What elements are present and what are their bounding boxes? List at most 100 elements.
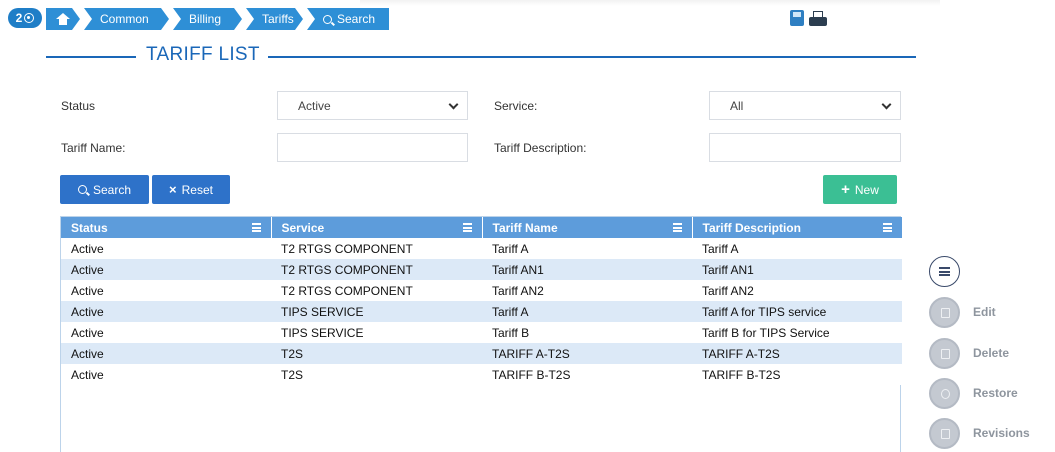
breadcrumb-search[interactable]: Search	[307, 8, 389, 30]
table-row[interactable]: Active TIPS SERVICE Tariff A Tariff A fo…	[61, 301, 902, 322]
breadcrumb-common[interactable]: Common	[84, 8, 169, 30]
tariff-name-input[interactable]	[277, 133, 468, 162]
cell-status: Active	[61, 343, 271, 364]
breadcrumb-tariffs[interactable]: Tariffs	[246, 8, 303, 30]
reset-button[interactable]: × Reset	[152, 175, 230, 204]
column-header-label: Status	[71, 220, 108, 235]
column-header-label: Service	[281, 220, 325, 235]
home-icon	[56, 13, 70, 25]
breadcrumb-bar: 2 Common Billing Tariffs Search	[0, 0, 1055, 38]
revisions-icon	[941, 429, 950, 439]
column-menu-icon[interactable]	[672, 223, 682, 232]
cell-tariff-name: Tariff B	[482, 322, 692, 343]
service-select[interactable]: All	[709, 91, 901, 120]
delete-label: Delete	[973, 346, 1010, 360]
breadcrumb-search-label: Search	[337, 12, 376, 26]
column-header-status[interactable]: Status	[61, 217, 272, 238]
cell-tariff-name: Tariff A	[482, 301, 692, 322]
chevron-down-icon	[448, 99, 459, 110]
badge-count: 2	[15, 11, 23, 25]
new-button-label: New	[854, 182, 879, 197]
status-select-value: Active	[298, 98, 331, 113]
edit-button[interactable]	[929, 297, 960, 328]
header-shadow	[360, 0, 940, 6]
column-header-service[interactable]: Service	[271, 217, 483, 238]
title-line-right	[268, 56, 916, 58]
service-label: Service:	[494, 99, 538, 113]
save-icon[interactable]	[790, 10, 804, 26]
column-header-tariff-name[interactable]: Tariff Name	[482, 217, 693, 238]
list-view-button[interactable]	[929, 256, 960, 287]
breadcrumb-home[interactable]	[46, 8, 80, 30]
column-header-label: Tariff Description	[702, 220, 801, 235]
tariff-description-label: Tariff Description:	[494, 141, 587, 155]
cell-service: TIPS SERVICE	[271, 301, 482, 322]
cell-tariff-name: Tariff AN1	[482, 259, 692, 280]
cell-service: T2 RTGS COMPONENT	[271, 238, 482, 259]
restore-label: Restore	[973, 386, 1018, 400]
table-row[interactable]: Active T2 RTGS COMPONENT Tariff A Tariff…	[61, 238, 902, 259]
chevron-down-icon	[881, 99, 892, 110]
search-icon	[77, 185, 87, 194]
cell-tariff-description: Tariff AN2	[692, 280, 902, 301]
cell-status: Active	[61, 280, 271, 301]
revisions-button[interactable]	[929, 418, 960, 449]
breadcrumb-tariffs-label: Tariffs	[262, 12, 294, 26]
delete-icon	[941, 349, 950, 359]
breadcrumb-billing[interactable]: Billing	[173, 8, 242, 30]
search-button-label: Search	[92, 182, 132, 197]
cell-status: Active	[61, 364, 271, 385]
cell-service: T2 RTGS COMPONENT	[271, 259, 482, 280]
breadcrumb: Common Billing Tariffs Search	[46, 8, 393, 30]
cell-status: Active	[61, 238, 271, 259]
restore-icon	[941, 389, 950, 399]
cell-service: TIPS SERVICE	[271, 322, 482, 343]
cell-tariff-name: TARIFF A-T2S	[482, 343, 692, 364]
cell-tariff-description: Tariff A	[692, 238, 902, 259]
page-title: TARIFF LIST	[146, 44, 260, 65]
cell-service: T2S	[271, 364, 482, 385]
close-icon: ×	[169, 182, 177, 197]
edit-icon	[941, 308, 950, 318]
search-button[interactable]: Search	[60, 175, 149, 204]
cell-tariff-description: Tariff A for TIPS service	[692, 301, 902, 322]
cell-tariff-description: TARIFF B-T2S	[692, 364, 902, 385]
revisions-label: Revisions	[973, 426, 1030, 440]
cell-tariff-description: Tariff B for TIPS Service	[692, 322, 902, 343]
print-icon[interactable]	[807, 10, 827, 28]
plus-icon: +	[841, 181, 850, 198]
table-row[interactable]: Active T2 RTGS COMPONENT Tariff AN1 Tari…	[61, 259, 902, 280]
page-title-row: TARIFF LIST	[46, 44, 916, 68]
column-menu-icon[interactable]	[882, 223, 892, 232]
cell-status: Active	[61, 322, 271, 343]
table-row[interactable]: Active T2S TARIFF B-T2S TARIFF B-T2S	[61, 364, 902, 385]
cell-status: Active	[61, 259, 271, 280]
cell-service: T2 RTGS COMPONENT	[271, 280, 482, 301]
column-header-tariff-description[interactable]: Tariff Description	[692, 217, 903, 238]
cell-tariff-description: Tariff AN1	[692, 259, 902, 280]
search-icon	[323, 14, 332, 24]
delete-button[interactable]	[929, 338, 960, 369]
tariff-description-input[interactable]	[709, 133, 901, 162]
breadcrumb-billing-label: Billing	[189, 12, 222, 26]
open-tabs-badge[interactable]: 2	[8, 8, 42, 28]
status-select[interactable]: Active	[277, 91, 468, 120]
column-header-label: Tariff Name	[492, 220, 558, 235]
column-menu-icon[interactable]	[462, 223, 472, 232]
breadcrumb-common-label: Common	[100, 12, 149, 26]
column-menu-icon[interactable]	[251, 223, 261, 232]
new-button[interactable]: + New	[823, 175, 897, 204]
restore-button[interactable]	[929, 378, 960, 409]
table-row[interactable]: Active T2 RTGS COMPONENT Tariff AN2 Tari…	[61, 280, 902, 301]
edit-label: Edit	[973, 305, 996, 319]
title-line-left	[46, 56, 136, 58]
status-label: Status	[61, 99, 96, 113]
cell-status: Active	[61, 301, 271, 322]
table-header-row: Status Service Tariff Name Tariff Descri…	[61, 217, 903, 238]
eye-icon	[24, 13, 35, 23]
service-select-value: All	[730, 98, 744, 113]
reset-button-label: Reset	[181, 182, 213, 197]
table-row[interactable]: Active T2S TARIFF A-T2S TARIFF A-T2S	[61, 343, 902, 364]
cell-tariff-name: Tariff AN2	[482, 280, 692, 301]
table-row[interactable]: Active TIPS SERVICE Tariff B Tariff B fo…	[61, 322, 902, 343]
